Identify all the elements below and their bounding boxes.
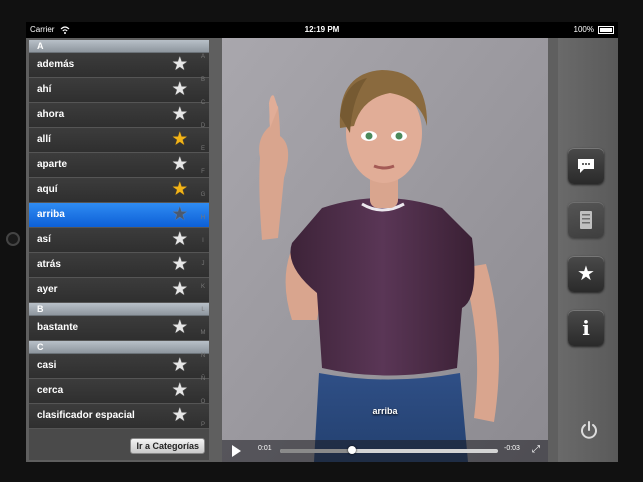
play-icon[interactable] bbox=[232, 445, 241, 457]
favorite-star-icon[interactable]: ★ bbox=[173, 205, 187, 225]
word-row[interactable]: clasificador espacial ★ bbox=[29, 404, 209, 429]
notebook-icon bbox=[580, 211, 592, 229]
info-button[interactable]: i bbox=[568, 310, 604, 346]
word-row[interactable]: allí ★ bbox=[29, 128, 209, 153]
word-list[interactable]: Aademás ★ ahí ★ ahora ★ allí ★ aparte ★ aquí ★ arrib… bbox=[29, 40, 209, 432]
index-letter[interactable]: J bbox=[199, 253, 207, 276]
word-row[interactable]: bastante ★ bbox=[29, 316, 209, 341]
word-label: ahora bbox=[37, 109, 65, 120]
avatar-video-frame bbox=[222, 38, 548, 462]
word-label: arriba bbox=[37, 209, 65, 220]
speech-bubble-icon bbox=[578, 159, 594, 173]
index-letter[interactable]: K bbox=[199, 276, 207, 299]
sign-video-player[interactable]: arriba 0:01 -0:03 ⤢ bbox=[222, 38, 548, 462]
status-bar: Carrier 12:19 PM 100% bbox=[26, 22, 618, 38]
elapsed-time: 0:01 bbox=[258, 445, 272, 452]
favorite-star-icon[interactable]: ★ bbox=[173, 406, 187, 426]
side-toolbar: ★ i bbox=[558, 38, 618, 462]
word-row[interactable]: así ★ bbox=[29, 228, 209, 253]
word-label: aquí bbox=[37, 184, 58, 195]
word-row[interactable]: ahí ★ bbox=[29, 78, 209, 103]
favorite-star-icon[interactable]: ★ bbox=[173, 105, 187, 125]
word-row[interactable]: ahora ★ bbox=[29, 103, 209, 128]
remaining-time: -0:03 bbox=[504, 445, 520, 452]
word-label: clasificador espacial bbox=[37, 410, 135, 421]
section-header: B bbox=[29, 303, 209, 316]
word-row[interactable]: aquí ★ bbox=[29, 178, 209, 203]
app-screen: Carrier 12:19 PM 100% Aademás ★ ahí ★ ahora ★… bbox=[26, 22, 618, 462]
index-letter[interactable]: Ñ bbox=[199, 368, 207, 391]
word-row[interactable]: atrás ★ bbox=[29, 253, 209, 278]
battery-icon bbox=[598, 26, 614, 34]
index-letter[interactable]: D bbox=[199, 115, 207, 138]
index-letter[interactable]: E bbox=[199, 138, 207, 161]
favorite-star-icon[interactable]: ★ bbox=[173, 180, 187, 200]
word-label: ayer bbox=[37, 284, 58, 295]
battery-percent: 100% bbox=[573, 25, 594, 34]
scrubber-handle[interactable] bbox=[347, 446, 356, 454]
word-label: cerca bbox=[37, 385, 64, 396]
word-label: casi bbox=[37, 360, 57, 371]
index-letter[interactable]: C bbox=[199, 92, 207, 115]
home-button[interactable] bbox=[6, 232, 20, 246]
scrubber-progress bbox=[280, 449, 352, 453]
star-icon: ★ bbox=[577, 263, 595, 285]
sign-caption: arriba bbox=[372, 406, 398, 416]
clock-label: 12:19 PM bbox=[304, 25, 340, 34]
video-controls: 0:01 -0:03 ⤢ bbox=[222, 440, 548, 462]
favorite-star-icon[interactable]: ★ bbox=[173, 80, 187, 100]
index-letter[interactable]: H bbox=[199, 207, 207, 230]
favorite-star-icon[interactable]: ★ bbox=[173, 155, 187, 175]
go-to-categories-button[interactable]: Ir a Categorías bbox=[130, 438, 205, 454]
word-row[interactable]: arriba ★ bbox=[29, 203, 209, 228]
word-label: bastante bbox=[37, 322, 79, 333]
word-row[interactable]: ayer ★ bbox=[29, 278, 209, 303]
section-header: C bbox=[29, 341, 209, 354]
word-row[interactable]: aparte ★ bbox=[29, 153, 209, 178]
fullscreen-icon[interactable]: ⤢ bbox=[532, 445, 542, 455]
word-label: atrás bbox=[37, 259, 61, 270]
info-icon: i bbox=[582, 316, 590, 340]
index-letter[interactable]: B bbox=[199, 69, 207, 92]
favorite-star-icon[interactable]: ★ bbox=[173, 130, 187, 150]
index-letter[interactable]: R bbox=[199, 460, 207, 462]
comments-button[interactable] bbox=[568, 148, 604, 184]
favorite-star-icon[interactable]: ★ bbox=[173, 280, 187, 300]
index-letter[interactable]: A bbox=[199, 46, 207, 69]
index-letter[interactable]: L bbox=[199, 299, 207, 322]
favorite-star-icon[interactable]: ★ bbox=[173, 230, 187, 250]
favorite-star-icon[interactable]: ★ bbox=[173, 318, 187, 338]
index-letter[interactable]: P bbox=[199, 414, 207, 437]
power-icon[interactable] bbox=[580, 421, 598, 439]
index-letter[interactable]: O bbox=[199, 391, 207, 414]
video-scrubber[interactable] bbox=[280, 446, 498, 454]
favorite-star-icon[interactable]: ★ bbox=[173, 255, 187, 275]
index-letter[interactable]: N bbox=[199, 345, 207, 368]
section-index[interactable]: ABCDEFGHIJKLMNÑOPQR bbox=[199, 46, 207, 462]
favorites-button[interactable]: ★ bbox=[568, 256, 604, 292]
word-row[interactable]: además ★ bbox=[29, 53, 209, 78]
word-label: aparte bbox=[37, 159, 68, 170]
index-letter[interactable]: G bbox=[199, 184, 207, 207]
index-letter[interactable]: I bbox=[199, 230, 207, 253]
notebook-button[interactable] bbox=[568, 202, 604, 238]
word-label: ahí bbox=[37, 84, 52, 95]
word-label: así bbox=[37, 234, 51, 245]
word-label: además bbox=[37, 59, 75, 70]
favorite-star-icon[interactable]: ★ bbox=[173, 55, 187, 75]
word-list-panel: Aademás ★ ahí ★ ahora ★ allí ★ aparte ★ aquí ★ arrib… bbox=[29, 40, 209, 460]
word-row[interactable]: casi ★ bbox=[29, 354, 209, 379]
favorite-star-icon[interactable]: ★ bbox=[173, 356, 187, 376]
word-label: allí bbox=[37, 134, 51, 145]
index-letter[interactable]: M bbox=[199, 322, 207, 345]
word-row[interactable]: cerca ★ bbox=[29, 379, 209, 404]
index-letter[interactable]: F bbox=[199, 161, 207, 184]
favorite-star-icon[interactable]: ★ bbox=[173, 381, 187, 401]
section-header: A bbox=[29, 40, 209, 53]
